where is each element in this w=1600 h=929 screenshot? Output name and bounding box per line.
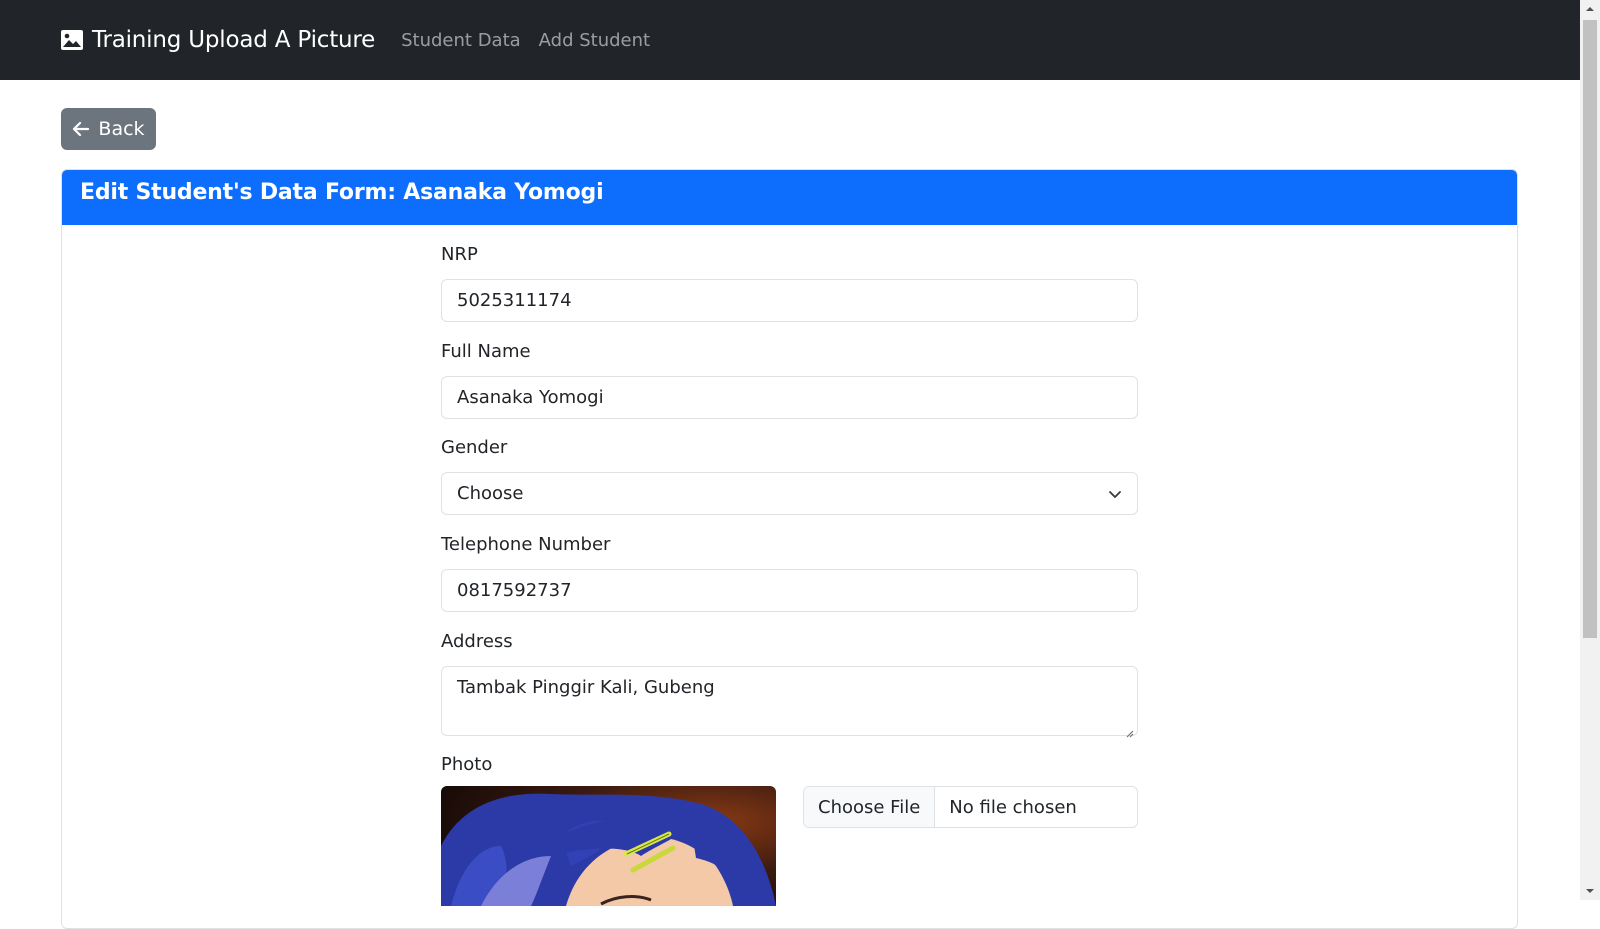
photo-file-input[interactable]: Choose File No file chosen (803, 786, 1138, 828)
nrp-value: 5025311174 (457, 290, 572, 311)
scroll-down-arrow-icon[interactable] (1580, 882, 1600, 900)
photo-label: Photo (441, 754, 493, 775)
telephone-input[interactable]: 0817592737 (441, 569, 1138, 612)
top-navbar: Training Upload A Picture Student Data A… (0, 0, 1580, 80)
scroll-up-arrow-icon[interactable] (1580, 0, 1600, 18)
navbar-brand[interactable]: Training Upload A Picture (60, 27, 375, 53)
nav-link-add-student[interactable]: Add Student (539, 30, 650, 51)
choose-file-button[interactable]: Choose File (804, 787, 936, 827)
gender-value: Choose (457, 483, 524, 504)
address-value: Tambak Pinggir Kali, Gubeng (457, 677, 715, 698)
full-name-label: Full Name (441, 341, 531, 362)
resize-handle-icon[interactable] (1124, 722, 1134, 738)
arrow-left-icon (72, 120, 90, 138)
file-status-text: No file chosen (949, 796, 1077, 818)
gender-label: Gender (441, 437, 508, 458)
nrp-label: NRP (441, 244, 478, 265)
telephone-value: 0817592737 (457, 580, 572, 601)
page-scrollbar[interactable] (1580, 0, 1600, 900)
back-button[interactable]: Back (61, 108, 156, 150)
brand-label: Training Upload A Picture (92, 27, 376, 53)
gender-select[interactable]: Choose (441, 472, 1138, 515)
back-button-label: Back (98, 118, 145, 140)
full-name-value: Asanaka Yomogi (457, 387, 604, 408)
nrp-input[interactable]: 5025311174 (441, 279, 1138, 322)
chevron-down-icon (1107, 486, 1123, 502)
student-photo (441, 786, 776, 906)
card-title: Edit Student's Data Form: Asanaka Yomogi (62, 170, 1517, 225)
telephone-label: Telephone Number (441, 534, 611, 555)
full-name-input[interactable]: Asanaka Yomogi (441, 376, 1138, 419)
address-label: Address (441, 631, 513, 652)
scrollbar-thumb[interactable] (1583, 20, 1597, 638)
address-textarea[interactable]: Tambak Pinggir Kali, Gubeng (441, 666, 1138, 738)
nav-link-student-data[interactable]: Student Data (401, 30, 521, 51)
image-icon (60, 29, 84, 51)
